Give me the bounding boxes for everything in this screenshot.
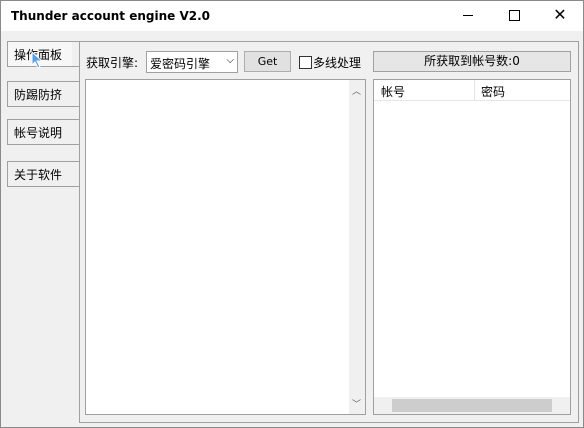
scroll-thumb[interactable] — [392, 399, 552, 412]
tab-label: 防踢防挤 — [14, 88, 63, 102]
close-icon: ✕ — [553, 5, 567, 24]
multithread-label: 多线处理 — [313, 56, 362, 70]
close-button[interactable]: ✕ — [537, 1, 583, 29]
accounts-list[interactable]: 帐号 密码 — [373, 79, 571, 415]
multithread-checkbox[interactable] — [299, 56, 312, 69]
engine-select[interactable]: 爱密码引擎 ⌵ — [146, 51, 238, 73]
engine-select-value: 爱密码引擎 — [150, 57, 211, 71]
tab-label: 关于软件 — [14, 168, 63, 182]
chevron-down-icon: ⌵ — [226, 55, 234, 66]
tab-label: 帐号说明 — [14, 126, 63, 140]
vertical-scrollbar[interactable]: ︿ ﹀ — [349, 80, 365, 414]
tab-about[interactable]: 关于软件 — [7, 161, 80, 187]
get-button[interactable]: Get — [244, 51, 291, 72]
minimize-button[interactable] — [445, 1, 491, 29]
engine-label: 获取引擎: — [86, 56, 139, 70]
scroll-up-icon[interactable]: ︿ — [352, 84, 361, 97]
horizontal-scrollbar[interactable] — [374, 397, 570, 414]
column-password[interactable]: 密码 — [481, 83, 505, 100]
list-header: 帐号 密码 — [374, 80, 570, 101]
column-account[interactable]: 帐号 — [381, 83, 405, 100]
minimize-icon — [463, 14, 473, 16]
account-count-status: 所获取到帐号数:0 — [373, 51, 571, 72]
app-window: Thunder account engine V2.0 ✕ 操作面板 防踢防挤 … — [0, 0, 584, 428]
maximize-button[interactable] — [491, 1, 537, 29]
scroll-down-icon[interactable]: ﹀ — [352, 397, 361, 410]
output-textarea[interactable]: ︿ ﹀ — [85, 79, 366, 415]
tab-anti-kick[interactable]: 防踢防挤 — [7, 81, 80, 107]
maximize-icon — [508, 9, 520, 21]
title-bar[interactable]: Thunder account engine V2.0 ✕ — [1, 1, 583, 31]
cursor-icon — [31, 51, 44, 69]
tab-account-info[interactable]: 帐号说明 — [7, 119, 80, 145]
window-title: Thunder account engine V2.0 — [11, 9, 210, 23]
